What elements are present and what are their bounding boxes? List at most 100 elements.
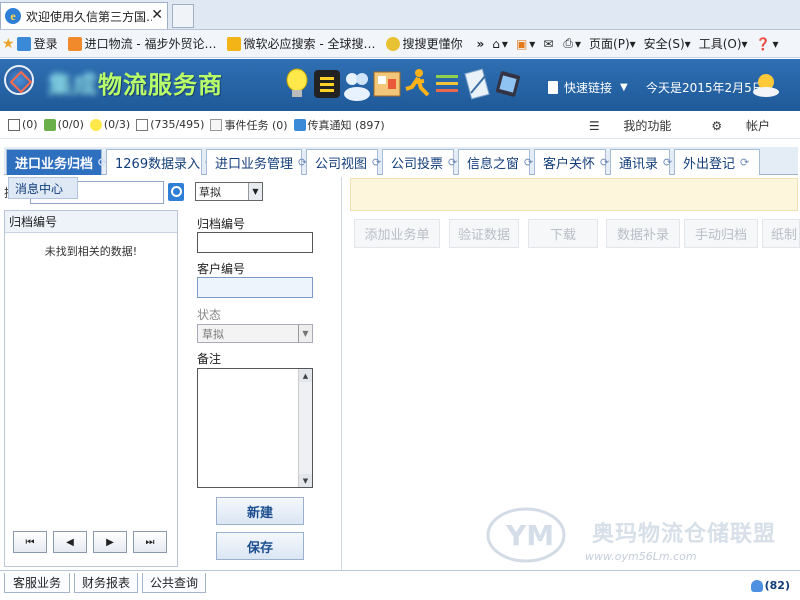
fax-notice-link[interactable]: 传真通知 (897) bbox=[293, 117, 385, 133]
message-center-tab[interactable]: 消息中心 bbox=[8, 177, 78, 199]
new-button[interactable]: 新建 bbox=[216, 497, 304, 525]
rss-icon[interactable]: ▣ ▾ bbox=[516, 37, 535, 51]
remark-textarea[interactable]: ▲ ▼ bbox=[197, 368, 313, 488]
download-button[interactable]: 下载 bbox=[528, 219, 598, 248]
scroll-up-icon: ▲ bbox=[299, 369, 312, 382]
logo-icon bbox=[4, 65, 34, 95]
runner-icon[interactable] bbox=[402, 67, 432, 101]
add-business-order-button[interactable]: 添加业务单 bbox=[354, 219, 440, 248]
archive-no-input[interactable] bbox=[197, 232, 313, 253]
module-tabs: 进口业务归档⟳ 1269数据录入⟳ 进口业务管理⟳ 公司视图⟳ 公司投票⟳ 信息… bbox=[4, 147, 798, 175]
soso-icon bbox=[385, 36, 400, 51]
refresh-icon[interactable]: ⟳ bbox=[524, 156, 533, 169]
tab-contacts[interactable]: 通讯录 ⟳ bbox=[610, 149, 672, 175]
first-page-button[interactable]: ⏮ bbox=[13, 531, 47, 553]
data-supplement-button[interactable]: 数据补录 bbox=[606, 219, 680, 248]
footer-tab-finance-reports[interactable]: 财务报表 bbox=[74, 573, 138, 593]
tab-1269-data-entry[interactable]: 1269数据录入⟳ bbox=[106, 149, 214, 175]
new-tab-button[interactable] bbox=[172, 4, 194, 28]
quick-links-menu[interactable]: 快速链接 ▼ bbox=[548, 79, 628, 96]
weather-sun-icon bbox=[753, 74, 779, 97]
verify-data-button[interactable]: 验证数据 bbox=[449, 219, 519, 248]
notes-icon[interactable] bbox=[312, 67, 342, 101]
refresh-icon[interactable]: ⟳ bbox=[663, 156, 672, 169]
status-filter-select[interactable]: 草拟 ▼ bbox=[195, 182, 263, 201]
today-date: 今天是2015年2月5日 bbox=[646, 81, 764, 95]
calendar-count[interactable]: (735/495) bbox=[136, 118, 204, 131]
favorite-import-logistics[interactable]: 进口物流 - 福步外贸论… bbox=[67, 35, 217, 52]
favorites-more[interactable]: » bbox=[477, 37, 485, 51]
mail-count[interactable]: (0) bbox=[8, 118, 38, 131]
calendar-icon bbox=[136, 118, 149, 131]
board-icon[interactable] bbox=[372, 67, 402, 101]
tab-import-archive[interactable]: 进口业务归档 ⟳ bbox=[6, 149, 107, 175]
pager: ⏮ ◀ ▶ ⏭ bbox=[13, 531, 173, 553]
menu-page[interactable]: 页面(P) ▾ bbox=[589, 35, 636, 52]
footer-tab-customer-service[interactable]: 客服业务 bbox=[4, 573, 70, 593]
notice-bar bbox=[350, 178, 798, 211]
favorite-bing[interactable]: 微软必应搜索 - 全球搜… bbox=[226, 35, 376, 52]
mail-icon bbox=[8, 118, 20, 131]
lightbulb-icon bbox=[89, 118, 102, 131]
next-page-button[interactable]: ▶ bbox=[93, 531, 127, 553]
app-header: 集成物流服务商 快速链接 ▼ 今天是2015年2月5日 bbox=[0, 59, 800, 111]
idea-count[interactable]: (0/3) bbox=[89, 118, 130, 131]
refresh-icon[interactable]: ⟳ bbox=[740, 156, 749, 169]
document-icon[interactable] bbox=[462, 67, 492, 101]
menu-tools[interactable]: 工具(O) ▾ bbox=[699, 35, 748, 52]
manual-archive-button[interactable]: 手动归档 bbox=[684, 219, 758, 248]
paper-button[interactable]: 纸制 bbox=[762, 219, 800, 248]
mail-icon[interactable]: ✉ bbox=[543, 37, 555, 51]
fax-icon bbox=[293, 118, 306, 131]
status-select[interactable]: 草拟 ▼ bbox=[197, 324, 313, 343]
tab-import-business-mgmt[interactable]: 进口业务管理 ⟳ bbox=[206, 149, 307, 175]
browser-tab-strip: e 欢迎使用久信第三方国… ✕ bbox=[0, 0, 800, 30]
close-icon[interactable]: ✕ bbox=[151, 7, 163, 23]
textarea-scrollbar[interactable]: ▲ ▼ bbox=[298, 369, 312, 487]
scroll-down-icon: ▼ bbox=[299, 474, 312, 487]
tab-info-window[interactable]: 信息之窗 ⟳ bbox=[458, 149, 533, 175]
account-link[interactable]: ⚙ 帐户 bbox=[691, 117, 770, 134]
event-icon bbox=[210, 118, 223, 131]
refresh-icon[interactable]: ⟳ bbox=[372, 156, 381, 169]
refresh-icon[interactable]: ⟳ bbox=[448, 156, 457, 169]
devices-icon[interactable] bbox=[492, 67, 522, 101]
status-line: (0) (0/0) (0/3) (735/495) 事件任务 (0) 传真通知 … bbox=[0, 111, 800, 139]
print-icon[interactable]: ⎙ ▾ bbox=[563, 36, 581, 51]
last-page-button[interactable]: ⏭ bbox=[133, 531, 167, 553]
help-icon[interactable]: ❓ ▾ bbox=[756, 37, 779, 51]
customer-no-label: 客户编号 bbox=[197, 262, 246, 276]
document-icon bbox=[548, 81, 558, 94]
favorites-star-icon[interactable]: ★ bbox=[2, 36, 15, 52]
watermark-text: 奥玛物流仓储联盟 bbox=[592, 522, 777, 547]
footer-tab-public-query[interactable]: 公共查询 bbox=[142, 573, 206, 593]
tab-company-view[interactable]: 公司视图 ⟳ bbox=[306, 149, 381, 175]
menu-safety[interactable]: 安全(S) ▾ bbox=[644, 35, 691, 52]
tab-out-registration[interactable]: 外出登记 ⟳ bbox=[674, 149, 760, 175]
lightbulb-icon[interactable] bbox=[282, 67, 312, 101]
search-icon[interactable] bbox=[168, 183, 184, 201]
chevron-down-icon: ▼ bbox=[248, 183, 262, 200]
watermark-url: www.oym56Lm.com bbox=[585, 550, 697, 563]
my-functions-link[interactable]: ☰ 我的功能 bbox=[569, 117, 672, 134]
tab-customer-care[interactable]: 客户关怀 ⟳ bbox=[534, 149, 609, 175]
browser-tab[interactable]: e 欢迎使用久信第三方国… ✕ bbox=[0, 2, 168, 29]
event-task-link[interactable]: 事件任务 (0) bbox=[210, 117, 288, 133]
status-label: 状态 bbox=[197, 308, 222, 322]
home-icon[interactable]: ⌂ ▾ bbox=[492, 37, 508, 51]
prev-page-button[interactable]: ◀ bbox=[53, 531, 87, 553]
users-icon[interactable] bbox=[342, 67, 372, 101]
task-count[interactable]: (0/0) bbox=[43, 118, 84, 131]
favorite-login[interactable]: 登录 bbox=[16, 35, 58, 52]
favorite-soso[interactable]: 搜搜更懂你 bbox=[385, 35, 463, 52]
save-button[interactable]: 保存 bbox=[216, 532, 304, 560]
favorites-bar: ★ 登录 进口物流 - 福步外贸论… 微软必应搜索 - 全球搜… 搜搜更懂你 »… bbox=[0, 30, 800, 58]
archive-no-column-header: 归档编号 bbox=[5, 211, 177, 233]
browser-tab-title: 欢迎使用久信第三方国… bbox=[26, 9, 152, 24]
ie-icon: e bbox=[5, 8, 21, 24]
tab-company-vote[interactable]: 公司投票 ⟳ bbox=[382, 149, 457, 175]
online-users[interactable]: (82) bbox=[750, 579, 790, 592]
refresh-icon[interactable]: ⟳ bbox=[600, 156, 609, 169]
list-icon[interactable] bbox=[432, 67, 462, 101]
customer-no-input[interactable] bbox=[197, 277, 313, 298]
